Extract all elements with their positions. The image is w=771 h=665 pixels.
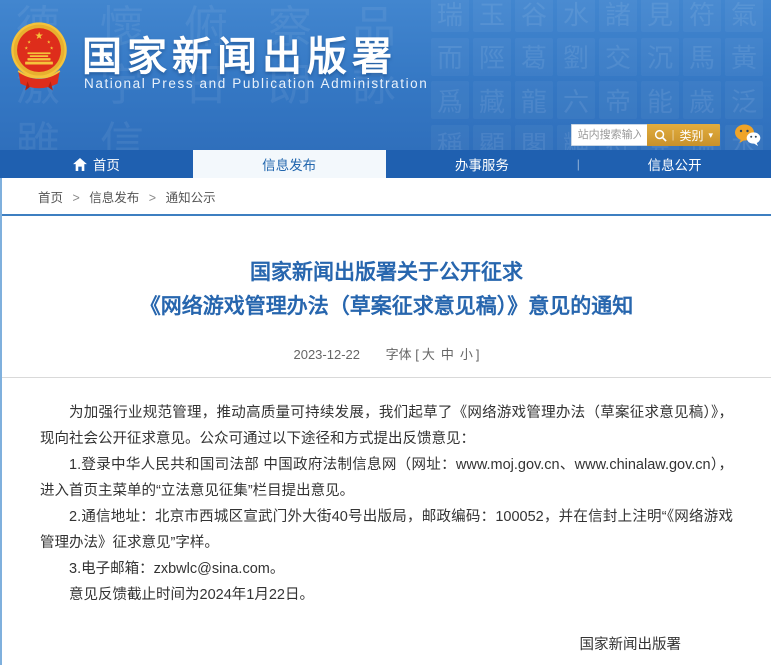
- watermark-glyph: 雖: [16, 122, 60, 150]
- national-emblem-logo: ★ ★ ★ ★ ★: [10, 20, 68, 94]
- font-size-medium-button[interactable]: 中: [441, 347, 454, 362]
- article-title: 国家新闻出版署关于公开征求 《网络游戏管理办法（草案征求意见稿）》意见的通知: [2, 256, 771, 324]
- publish-date: 2023-12-22: [293, 347, 360, 362]
- watermark-glyph: 六: [557, 81, 595, 119]
- watermark-glyph: 沉: [641, 38, 679, 76]
- page: 德懷俯察品激宇日朗詠雖信 瑞玉谷水諸見符氣而陘葛劉交沉馬黃爲藏龍六帝能歲泛稱顯閣…: [0, 0, 771, 665]
- article-meta: 2023-12-22 字体 [大中小]: [2, 344, 771, 363]
- watermark-glyph: 信: [100, 122, 144, 150]
- nav-item-info-release[interactable]: 信息发布: [193, 150, 386, 178]
- watermark-glyph: 玉: [473, 0, 511, 32]
- watermark-glyph: 谷: [515, 0, 553, 32]
- search-controls: | 类别 ▾: [647, 124, 720, 146]
- nav-item-label: 办事服务: [455, 154, 509, 174]
- watermark-glyph: 顯: [473, 125, 511, 151]
- paragraph: 为加强行业规范管理，推动高质量可持续发展，我们起草了《网络游戏管理办法（草案征求…: [40, 400, 733, 452]
- watermark-glyph: 閣: [515, 125, 553, 151]
- nav-item-label: 信息公开: [648, 154, 702, 174]
- font-size-label: 字体 [: [386, 347, 419, 362]
- article-title-line2: 《网络游戏管理办法（草案征求意见稿）》意见的通知: [2, 290, 771, 324]
- font-size-label-close: ]: [476, 347, 480, 362]
- home-icon: [73, 158, 87, 171]
- watermark-glyph: 見: [641, 0, 679, 32]
- watermark-glyph: 藏: [473, 81, 511, 119]
- paragraph: 1.登录中华人民共和国司法部 中国政府法制信息网（网址：www.moj.gov.…: [40, 452, 733, 504]
- breadcrumb-separator: >: [73, 191, 80, 205]
- watermark-glyph: 黃: [725, 38, 763, 76]
- nav-item-home[interactable]: 首页: [0, 150, 193, 178]
- site-header: 德懷俯察品激宇日朗詠雖信 瑞玉谷水諸見符氣而陘葛劉交沉馬黃爲藏龍六帝能歲泛稱顯閣…: [0, 0, 771, 150]
- category-dropdown[interactable]: 类别: [679, 127, 703, 144]
- watermark-glyph: 稱: [431, 125, 469, 151]
- watermark-glyph: 歲: [683, 81, 721, 119]
- watermark-glyph: 馬: [683, 38, 721, 76]
- watermark-glyph: 氣: [725, 0, 763, 32]
- article-title-line1: 国家新闻出版署关于公开征求: [2, 256, 771, 290]
- breadcrumb-notices[interactable]: 通知公示: [166, 191, 216, 205]
- watermark-glyph: 陘: [473, 38, 511, 76]
- watermark-glyph: 葛: [515, 38, 553, 76]
- watermark-glyph: 諸: [599, 0, 637, 32]
- watermark-glyph: 水: [557, 0, 595, 32]
- font-size-small-button[interactable]: 小: [460, 347, 473, 362]
- signature-agency: 国家新闻出版署: [40, 630, 681, 660]
- site-title: 国家新闻出版署: [82, 24, 397, 82]
- paragraph: 2.通信地址：北京市西城区宣武门外大街40号出版局，邮政编码：100052，并在…: [40, 504, 733, 556]
- font-size-large-button[interactable]: 大: [422, 347, 435, 362]
- watermark-glyph: 交: [599, 38, 637, 76]
- watermark-glyph: 符: [683, 0, 721, 32]
- watermark-glyph: 而: [431, 38, 469, 76]
- signature-date: 2023年12月22日: [40, 660, 681, 665]
- signature-block: 国家新闻出版署 2023年12月22日: [40, 630, 733, 665]
- nav-item-label: 信息发布: [262, 154, 316, 174]
- paragraph: 3.电子邮箱：zxbwlc@sina.com。: [40, 556, 733, 582]
- font-size-widget: 字体 [大中小]: [386, 347, 480, 362]
- watermark-glyph: 龍: [515, 81, 553, 119]
- search-input[interactable]: [571, 124, 647, 146]
- search-box: | 类别 ▾: [571, 124, 720, 146]
- watermark-glyph: 帝: [599, 81, 637, 119]
- chevron-down-icon[interactable]: ▾: [708, 130, 713, 141]
- watermark-glyph: 爲: [431, 81, 469, 119]
- search-divider: |: [672, 129, 675, 141]
- breadcrumb-info-release[interactable]: 信息发布: [89, 191, 139, 205]
- breadcrumb-home[interactable]: 首页: [38, 191, 63, 205]
- breadcrumb-separator: >: [149, 191, 156, 205]
- watermark-glyph: 劉: [557, 38, 595, 76]
- nav-item-label: 首页: [93, 154, 120, 174]
- main-nav: 首页 信息发布 办事服务 信息公开 |: [0, 150, 771, 178]
- paragraph: 意见反馈截止时间为2024年1月22日。: [40, 582, 733, 608]
- nav-item-info-disclosure[interactable]: 信息公开: [578, 150, 771, 178]
- nav-item-services[interactable]: 办事服务: [386, 150, 579, 178]
- wechat-icon[interactable]: [734, 123, 761, 147]
- article-body: 为加强行业规范管理，推动高质量可持续发展，我们起草了《网络游戏管理办法（草案征求…: [2, 378, 771, 665]
- svg-text:★: ★: [35, 31, 44, 42]
- search-row: | 类别 ▾: [571, 123, 761, 147]
- search-icon[interactable]: [654, 129, 667, 142]
- nav-divider: |: [577, 150, 580, 178]
- content-area: 首页 > 信息发布 > 通知公示 国家新闻出版署关于公开征求 《网络游戏管理办法…: [0, 178, 771, 665]
- watermark-glyph: 瑞: [431, 0, 469, 32]
- breadcrumb: 首页 > 信息发布 > 通知公示: [2, 178, 771, 216]
- watermark-glyph: 能: [641, 81, 679, 119]
- site-subtitle-en: National Press and Publication Administr…: [84, 76, 428, 91]
- watermark-glyph: 泛: [725, 81, 763, 119]
